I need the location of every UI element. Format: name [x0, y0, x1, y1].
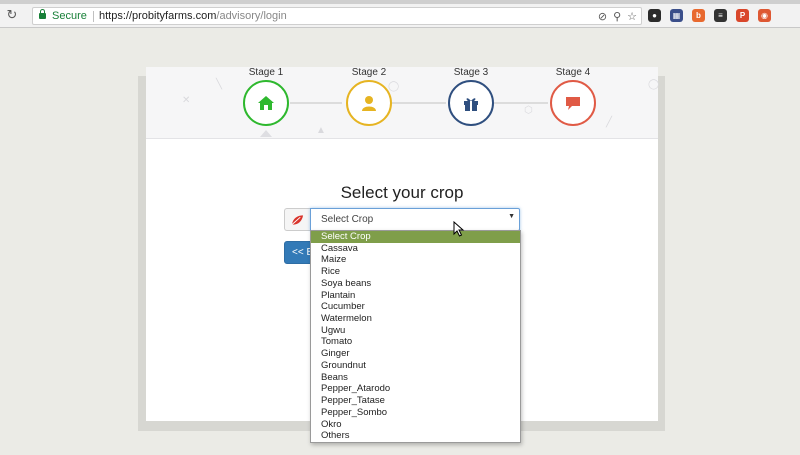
- secure-label: Secure: [52, 10, 87, 22]
- stage-1[interactable]: Stage 1: [236, 67, 296, 126]
- crop-option[interactable]: Soya beans: [311, 278, 520, 290]
- stage-label: Stage 4: [555, 67, 591, 78]
- crop-option[interactable]: Plantain: [311, 290, 520, 302]
- crop-option[interactable]: Pepper_Atarodo: [311, 383, 520, 395]
- stage-label: Stage 2: [351, 67, 387, 78]
- stage-circle[interactable]: [243, 80, 289, 126]
- page-title: Select your crop: [340, 183, 464, 202]
- crop-select-value: Select Crop: [321, 214, 374, 225]
- decor-shape: ◯: [648, 79, 660, 90]
- stage-4[interactable]: Stage 4: [543, 67, 603, 126]
- url-path: /advisory/login: [216, 10, 287, 22]
- ext-p-icon[interactable]: P: [736, 9, 749, 22]
- crop-option[interactable]: Select Crop: [311, 231, 520, 243]
- chat-icon: [566, 97, 580, 110]
- url-host: probityfarms.com: [132, 10, 217, 22]
- crop-option[interactable]: Tomato: [311, 336, 520, 348]
- crop-option[interactable]: Pepper_Tatase: [311, 395, 520, 407]
- crop-select[interactable]: Select Crop ▼: [310, 208, 520, 231]
- ext-dark-icon[interactable]: ●: [648, 9, 661, 22]
- home-icon: [258, 96, 274, 110]
- ext-stack-icon[interactable]: ≡: [714, 9, 727, 22]
- active-stage-pointer: [260, 130, 272, 137]
- crop-option[interactable]: Maize: [311, 254, 520, 266]
- crop-option[interactable]: Groundnut: [311, 360, 520, 372]
- browser-toolbar: ↻ Secure https://probityfarms.com/adviso…: [0, 4, 800, 28]
- gift-icon: [464, 98, 478, 111]
- stage-2[interactable]: Stage 2: [339, 67, 399, 126]
- url-scheme: https://: [99, 10, 133, 22]
- crop-option[interactable]: Cassava: [311, 243, 520, 255]
- crop-option[interactable]: Okro: [311, 419, 520, 431]
- crop-option[interactable]: Watermelon: [311, 313, 520, 325]
- address-bar[interactable]: Secure https://probityfarms.com/advisory…: [32, 7, 642, 25]
- step-connector: [392, 102, 446, 104]
- decor-shape: ▲: [316, 125, 326, 136]
- lock-icon: [39, 9, 46, 20]
- step-connector: [290, 102, 342, 104]
- caret-down-icon: ▼: [508, 213, 515, 220]
- stage-label: Stage 3: [453, 67, 489, 78]
- stage-progress: ✕ ╲ ◯ ▲ ⬡ ╱ ◯ Stage 1 Stage 2 Stage 3 Stage…: [146, 67, 660, 139]
- crop-option[interactable]: Beans: [311, 372, 520, 384]
- crop-option[interactable]: Ginger: [311, 348, 520, 360]
- crop-option[interactable]: Rice: [311, 266, 520, 278]
- crop-option[interactable]: Pepper_Sombo: [311, 407, 520, 419]
- star-icon[interactable]: ☆: [627, 10, 637, 23]
- stage-circle[interactable]: [346, 80, 392, 126]
- decor-shape: ⬡: [524, 105, 533, 116]
- omnibox-actions: ⊘ ⚲ ☆: [592, 10, 637, 23]
- crop-addon: [284, 208, 311, 231]
- decor-shape: ◯: [388, 81, 400, 92]
- decor-shape: ╱: [606, 117, 613, 128]
- crop-option[interactable]: Cucumber: [311, 301, 520, 313]
- leaf-icon: [291, 215, 304, 225]
- stage-circle[interactable]: [550, 80, 596, 126]
- step-connector: [494, 102, 548, 104]
- reload-icon[interactable]: ↻: [4, 8, 20, 24]
- ext-clapper-icon[interactable]: ▦: [670, 9, 683, 22]
- stage-3[interactable]: Stage 3: [441, 67, 501, 126]
- stage-circle[interactable]: [448, 80, 494, 126]
- address-divider: [93, 11, 94, 22]
- decor-shape: ✕: [182, 95, 191, 106]
- mouse-cursor-icon: [453, 221, 465, 237]
- stage-label: Stage 1: [248, 67, 284, 78]
- crop-dropdown-list: Select Crop Cassava Maize Rice Soya beans Pla…: [310, 230, 521, 443]
- blocked-popup-icon[interactable]: ⊘: [598, 10, 607, 23]
- key-icon[interactable]: ⚲: [613, 10, 621, 23]
- crop-option[interactable]: Others: [311, 430, 520, 442]
- url-text[interactable]: https://probityfarms.com/advisory/login: [99, 10, 287, 22]
- ext-rss-icon[interactable]: b: [692, 9, 705, 22]
- ext-duck-icon[interactable]: ◉: [758, 9, 771, 22]
- crop-option[interactable]: Ugwu: [311, 325, 520, 337]
- user-icon: [362, 96, 376, 111]
- decor-shape: ╲: [216, 79, 223, 90]
